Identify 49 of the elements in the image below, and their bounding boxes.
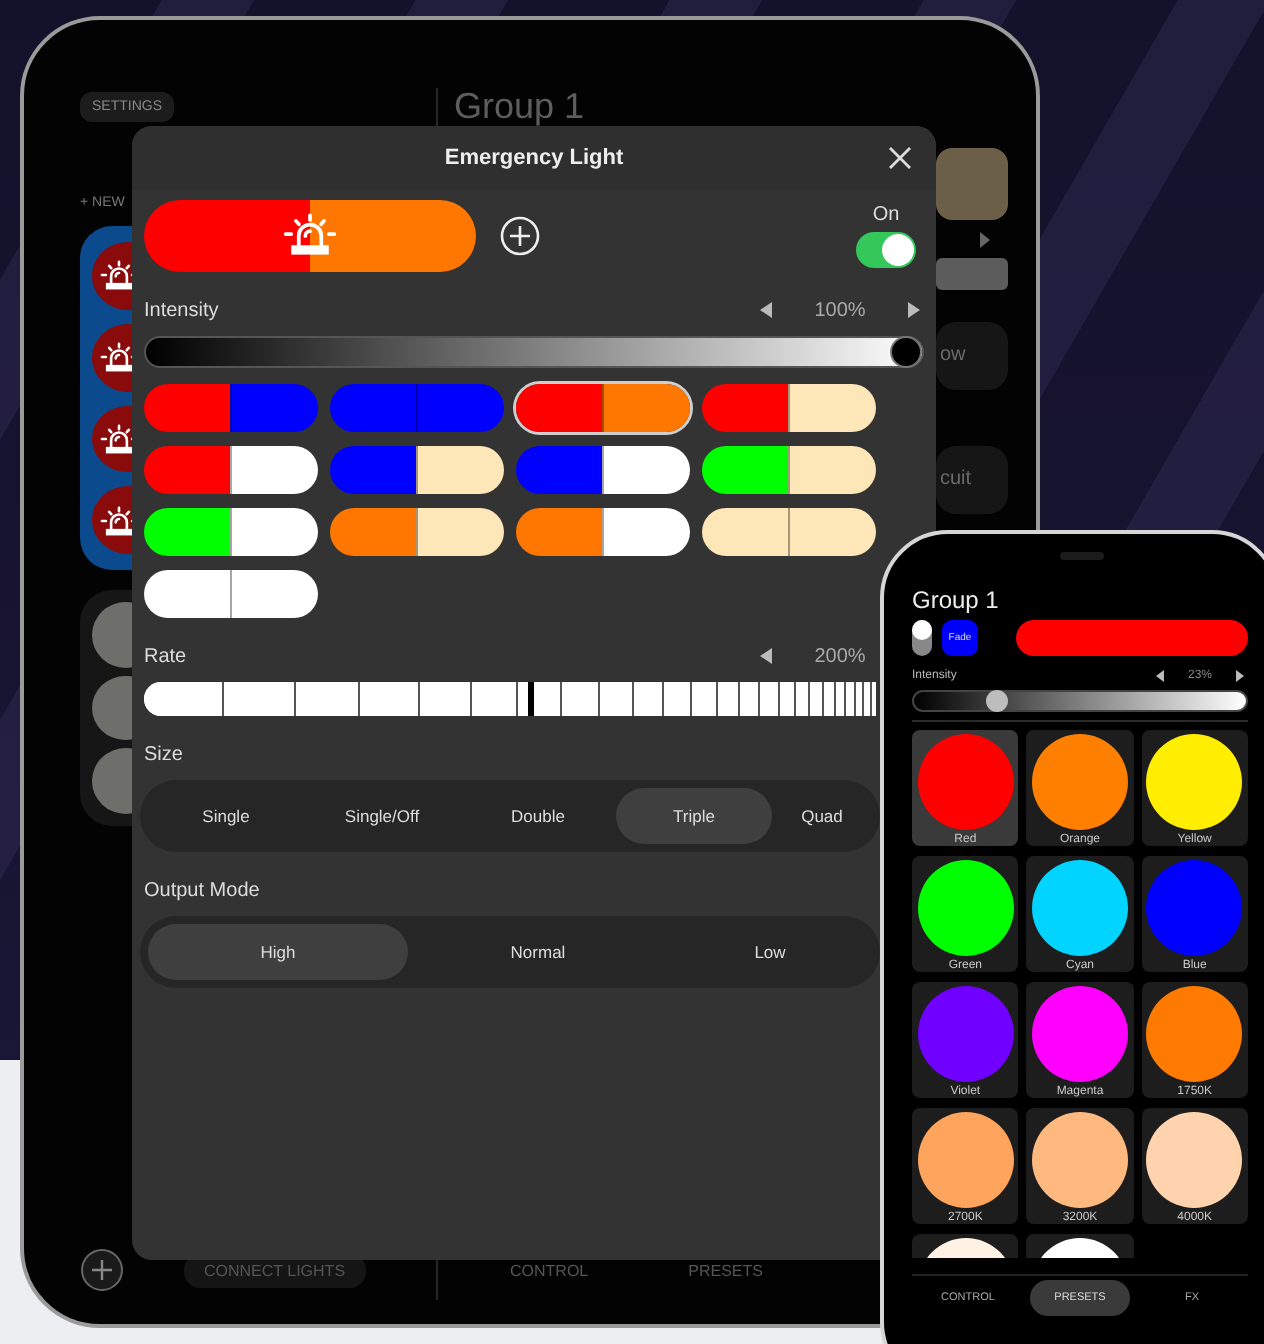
preset-button[interactable] (702, 384, 876, 432)
left-arrow-icon[interactable] (760, 648, 772, 664)
preset-button[interactable] (144, 446, 318, 494)
segment-option[interactable]: Triple (616, 788, 772, 844)
power-toggle[interactable] (856, 232, 916, 268)
segment-option[interactable]: Normal (510, 924, 566, 980)
group-title: Group 1 (912, 586, 1001, 614)
segment-option[interactable]: Single/Off (344, 788, 420, 844)
close-button[interactable] (888, 146, 912, 170)
preset-button[interactable] (702, 508, 876, 556)
right-arrow-icon[interactable] (907, 302, 920, 318)
preset-button[interactable] (516, 446, 690, 494)
value-reading: 100% (814, 299, 866, 321)
segment-option[interactable]: High (148, 924, 408, 980)
segment-option[interactable]: Low (754, 924, 786, 980)
segment-option[interactable]: Single (202, 788, 250, 844)
value-reading: 200% (814, 645, 866, 667)
color-swatch[interactable] (936, 148, 1008, 220)
preset-button[interactable] (330, 446, 504, 494)
add-icon[interactable] (80, 1248, 124, 1292)
right-arrow-icon[interactable] (1236, 670, 1244, 682)
dialog-title: Emergency Light (444, 146, 624, 170)
left-arrow-icon[interactable] (1155, 670, 1164, 682)
preset-button[interactable] (330, 508, 504, 556)
section-label: Output Mode (144, 879, 260, 901)
slider-track[interactable] (936, 258, 1008, 290)
toggle-icon[interactable] (912, 620, 932, 656)
left-arrow-icon[interactable] (760, 302, 772, 318)
slider-thumb[interactable] (528, 682, 535, 716)
preset-button[interactable] (702, 446, 876, 494)
group-title: Group 1 (454, 88, 587, 124)
section-label: Intensity (144, 299, 219, 321)
preset-button[interactable] (516, 508, 690, 556)
preset-button[interactable] (144, 508, 318, 556)
slider-thumb[interactable] (985, 690, 1008, 712)
preset-button[interactable] (516, 384, 690, 432)
segment-option[interactable]: Double (511, 788, 565, 844)
power-label: On (872, 204, 900, 226)
close-icon (888, 146, 912, 170)
segment-option[interactable]: Quad (801, 788, 843, 844)
color-preview[interactable] (144, 200, 476, 272)
preset-button[interactable] (144, 570, 318, 618)
intensity-slider[interactable] (144, 336, 924, 368)
siren-icon (280, 212, 340, 256)
rate-slider[interactable] (144, 682, 876, 716)
intensity-slider[interactable] (912, 690, 1248, 712)
section-label: Size (144, 743, 183, 765)
section-label: Rate (144, 645, 187, 667)
slider-thumb[interactable] (890, 336, 922, 368)
